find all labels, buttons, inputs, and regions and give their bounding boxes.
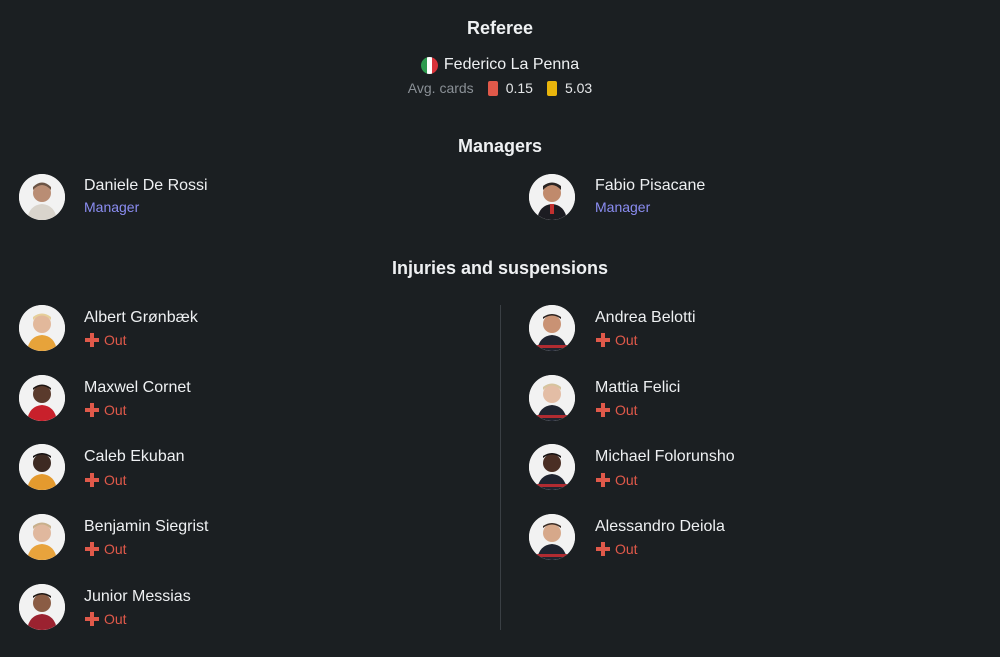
- injury-plus-icon: [596, 403, 610, 417]
- player-avatar[interactable]: [529, 514, 575, 560]
- injury-plus-icon: [85, 403, 99, 417]
- referee-row[interactable]: Federico La Penna: [0, 56, 1000, 74]
- manager-role-home: Manager: [84, 199, 140, 215]
- yellow-card-avg: 5.03: [564, 80, 593, 96]
- referee-avg-cards: Avg. cards 0.15 5.03: [0, 80, 1000, 96]
- player-avatar[interactable]: [19, 305, 65, 351]
- manager-avatar-away[interactable]: [529, 174, 575, 220]
- column-divider: [500, 305, 501, 630]
- player-status: Out: [595, 332, 638, 348]
- player-status: Out: [84, 402, 127, 418]
- status-label: Out: [104, 472, 127, 488]
- status-label: Out: [615, 332, 638, 348]
- status-label: Out: [615, 541, 638, 557]
- player-name-caleb-ekuban[interactable]: Caleb Ekuban: [84, 448, 185, 466]
- status-label: Out: [104, 611, 127, 627]
- manager-role-away: Manager: [595, 199, 651, 215]
- player-status: Out: [84, 541, 127, 557]
- injury-plus-icon: [85, 333, 99, 347]
- player-status: Out: [595, 402, 638, 418]
- player-avatar[interactable]: [19, 584, 65, 630]
- referee-name[interactable]: Federico La Penna: [444, 56, 579, 74]
- referee-title: Referee: [466, 18, 534, 38]
- manager-name-away[interactable]: Fabio Pisacane: [595, 177, 705, 195]
- status-label: Out: [104, 541, 127, 557]
- player-name-albert-gronbaek[interactable]: Albert Grønbæk: [84, 309, 198, 327]
- player-avatar[interactable]: [19, 444, 65, 490]
- player-name-junior-messias[interactable]: Junior Messias: [84, 588, 191, 606]
- player-name-andrea-belotti[interactable]: Andrea Belotti: [595, 309, 696, 327]
- manager-avatar-home[interactable]: [19, 174, 65, 220]
- player-status: Out: [595, 541, 638, 557]
- player-name-alessandro-deiola[interactable]: Alessandro Deiola: [595, 518, 725, 536]
- status-label: Out: [615, 472, 638, 488]
- red-card-icon: [487, 80, 498, 96]
- injury-plus-icon: [85, 612, 99, 626]
- injury-plus-icon: [596, 333, 610, 347]
- player-avatar[interactable]: [529, 305, 575, 351]
- injury-plus-icon: [85, 542, 99, 556]
- status-label: Out: [615, 402, 638, 418]
- player-name-michael-folorunsho[interactable]: Michael Folorunsho: [595, 448, 735, 466]
- managers-title: Managers: [457, 136, 543, 156]
- player-status: Out: [595, 472, 638, 488]
- injuries-title: Injuries and suspensions: [391, 258, 609, 278]
- player-avatar[interactable]: [529, 444, 575, 490]
- status-label: Out: [104, 332, 127, 348]
- manager-name-home[interactable]: Daniele De Rossi: [84, 177, 208, 195]
- player-avatar[interactable]: [19, 514, 65, 560]
- status-label: Out: [104, 402, 127, 418]
- player-status: Out: [84, 611, 127, 627]
- player-avatar[interactable]: [529, 375, 575, 421]
- yellow-card-icon: [546, 80, 557, 96]
- player-status: Out: [84, 332, 127, 348]
- avg-cards-label: Avg. cards: [407, 80, 474, 96]
- player-status: Out: [84, 472, 127, 488]
- player-name-mattia-felici[interactable]: Mattia Felici: [595, 379, 680, 397]
- italy-flag-icon: [420, 56, 438, 74]
- red-card-avg: 0.15: [505, 80, 533, 96]
- player-name-benjamin-siegrist[interactable]: Benjamin Siegrist: [84, 518, 209, 536]
- injury-plus-icon: [596, 473, 610, 487]
- injury-plus-icon: [85, 473, 99, 487]
- player-name-maxwel-cornet[interactable]: Maxwel Cornet: [84, 379, 191, 397]
- injury-plus-icon: [596, 542, 610, 556]
- player-avatar[interactable]: [19, 375, 65, 421]
